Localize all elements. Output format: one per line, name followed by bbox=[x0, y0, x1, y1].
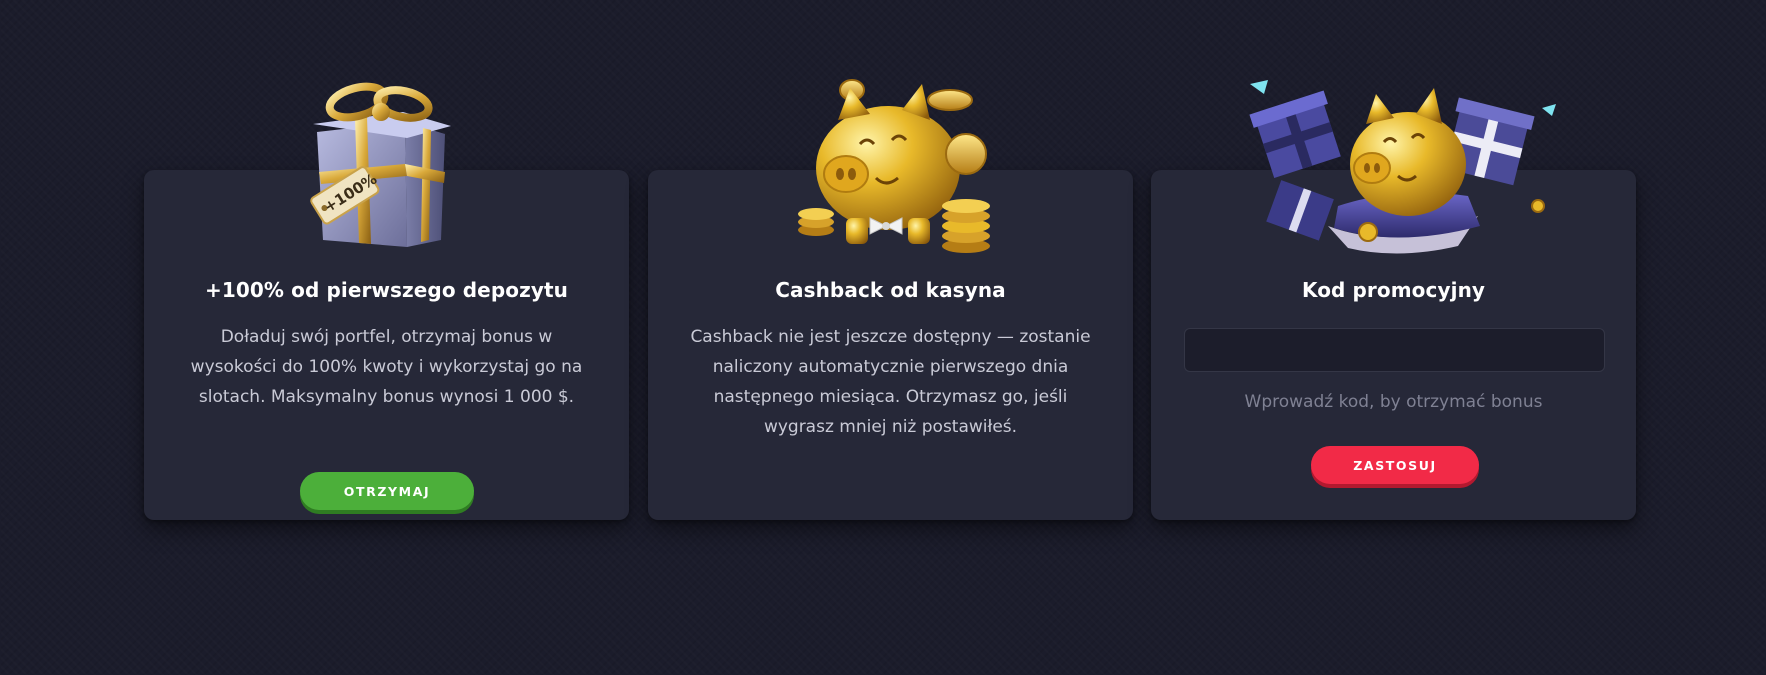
deposit-bonus-description: Doładuj swój portfel, otrzymaj bonus w w… bbox=[190, 327, 583, 407]
promo-code-title: Kod promocyjny bbox=[1301, 278, 1486, 302]
bonus-cards: +100% od pierwszego depozytu Doładuj swó… bbox=[0, 0, 1766, 675]
promo-code-input[interactable] bbox=[1184, 328, 1605, 372]
apply-promo-button[interactable]: ZASTOSUJ bbox=[1311, 446, 1479, 484]
cashback-description: Cashback nie jest jeszcze dostępny — zos… bbox=[690, 327, 1091, 437]
promo-code-hint: Wprowadź kod, by otrzymać bonus bbox=[1244, 392, 1543, 412]
claim-bonus-button[interactable]: OTRZYMAJ bbox=[300, 472, 474, 510]
piggy-bank-gifts-icon bbox=[1248, 76, 1558, 256]
deposit-bonus-title: +100% od pierwszego depozytu bbox=[205, 278, 568, 302]
piggy-bank-coins-icon bbox=[790, 78, 1010, 258]
gift-box-icon: +100% bbox=[295, 72, 475, 257]
cashback-title: Cashback od kasyna bbox=[775, 278, 1006, 302]
